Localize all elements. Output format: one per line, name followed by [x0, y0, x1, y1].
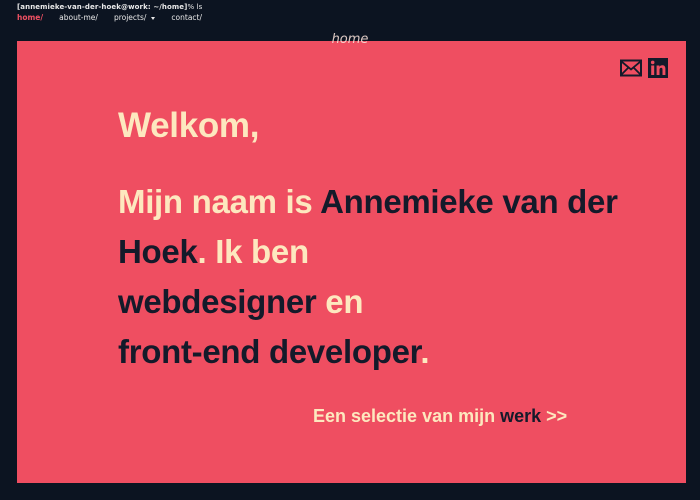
social-links: [620, 58, 669, 78]
prompt-user: [annemieke-van-der-hoek@work: ~/home]: [17, 3, 188, 11]
role-front-end-developer: front-end developer: [118, 333, 421, 370]
nav-item-home[interactable]: home/: [17, 13, 43, 22]
intro-part-1: Mijn naam is: [118, 183, 321, 220]
terminal-prompt: [annemieke-van-der-hoek@work: ~/home]% l…: [17, 3, 202, 12]
intro-part-2: . Ik ben: [197, 233, 310, 270]
work-selection-link[interactable]: Een selectie van mijn werk >>: [313, 405, 567, 427]
mail-link[interactable]: [620, 58, 642, 78]
nav-item-about-me[interactable]: about-me/: [59, 13, 98, 22]
intro-text: Mijn naam is Annemieke van der Hoek. Ik …: [118, 177, 638, 377]
nav-item-projects[interactable]: projects/: [113, 13, 156, 22]
cta-arrows: >>: [541, 406, 568, 426]
hero-content: Welkom, Mijn naam is Annemieke van der H…: [118, 105, 638, 377]
nav-item-contact[interactable]: contact/: [171, 13, 202, 22]
role-webdesigner: webdesigner: [118, 283, 317, 320]
linkedin-link[interactable]: [647, 58, 669, 78]
intro-part-3: en: [316, 283, 364, 320]
main-nav: home/ about-me/ projects/ contact/: [17, 13, 218, 22]
cta-highlight: werk: [500, 406, 542, 426]
prompt-command: % ls: [187, 3, 203, 11]
page-title: home: [331, 32, 369, 47]
intro-part-4: .: [420, 333, 430, 370]
chevron-down-icon: [151, 16, 156, 20]
top-bar: [annemieke-van-der-hoek@work: ~/home]% l…: [0, 0, 700, 26]
linkedin-icon: [648, 58, 668, 78]
cta-text: Een selectie van mijn: [313, 406, 501, 426]
mail-icon: [620, 59, 642, 77]
welcome-heading: Welkom,: [118, 106, 260, 145]
nav-item-projects-label: projects/: [113, 13, 147, 22]
